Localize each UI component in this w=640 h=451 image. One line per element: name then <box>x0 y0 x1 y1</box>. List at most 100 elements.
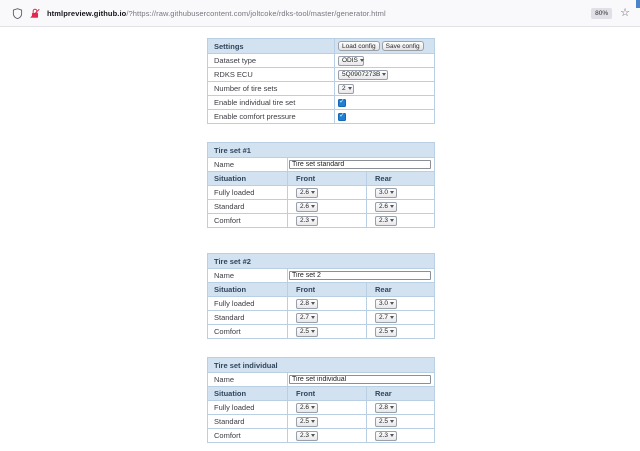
enable-individual-checkbox[interactable]: ✓ <box>338 98 346 107</box>
tire-set-individual-title: Tire set individual <box>214 360 278 370</box>
pressure-select-front[interactable]: 2.7 <box>296 312 318 323</box>
pressure-value: 2.5 <box>300 418 310 425</box>
page-content: Settings Load config Save config Dataset… <box>0 27 640 443</box>
shield-icon[interactable] <box>12 7 23 19</box>
pressure-value: 2.3 <box>300 217 310 224</box>
situation-label: Fully loaded <box>214 403 255 412</box>
url-domain: htmlpreview.github.io <box>47 8 127 18</box>
pressure-select-front[interactable]: 2.3 <box>296 215 318 226</box>
pressure-value: 3.0 <box>379 189 389 196</box>
settings-title: Settings <box>214 41 244 51</box>
pressure-select-rear[interactable]: 2.8 <box>375 402 397 413</box>
pressure-select-rear[interactable]: 2.6 <box>375 201 397 212</box>
tire-set-1-columns-row: Situation Front Rear <box>208 171 434 185</box>
tire-set-2-title: Tire set #2 <box>214 256 251 266</box>
column-situation: Situation <box>214 389 247 398</box>
chevron-down-icon <box>311 302 316 305</box>
pressure-value: 2.5 <box>379 418 389 425</box>
num-tire-sets-select[interactable]: 2 <box>338 83 354 94</box>
table-row: Standard 2.7 2.7 <box>208 310 434 324</box>
chevron-down-icon <box>311 316 316 319</box>
chevron-down-icon <box>390 406 395 409</box>
dataset-type-select[interactable]: ODIS <box>338 55 364 66</box>
check-icon: ✓ <box>339 112 345 120</box>
url-path: /?https://raw.githubusercontent.com/jolt… <box>126 8 386 18</box>
enable-comfort-checkbox[interactable]: ✓ <box>338 112 346 121</box>
rdks-ecu-label: RDKS ECU <box>214 70 253 79</box>
situation-label: Comfort <box>214 431 241 440</box>
enable-comfort-row: Enable comfort pressure ✓ <box>208 109 434 123</box>
pressure-value: 2.6 <box>300 404 310 411</box>
tire-set-2-table: Tire set #2 Name Situation Front Rear Fu… <box>207 253 435 339</box>
chevron-down-icon <box>311 191 316 194</box>
pressure-select-front[interactable]: 2.6 <box>296 187 318 198</box>
pressure-select-rear[interactable]: 2.3 <box>375 430 397 441</box>
bookmark-star-icon[interactable]: ☆ <box>620 7 630 19</box>
situation-label: Comfort <box>214 327 241 336</box>
pressure-value: 2.8 <box>300 300 310 307</box>
save-config-button[interactable]: Save config <box>381 41 424 51</box>
pressure-value: 2.5 <box>379 328 389 335</box>
pressure-select-front[interactable]: 2.5 <box>296 416 318 427</box>
settings-header-row: Settings Load config Save config <box>208 39 434 53</box>
tire-set-individual-name-input[interactable] <box>289 375 431 384</box>
situation-label: Fully loaded <box>214 188 255 197</box>
tire-set-individual-table: Tire set individual Name Situation Front… <box>207 357 435 443</box>
chevron-down-icon <box>347 87 352 90</box>
table-row: Comfort 2.3 2.3 <box>208 428 434 442</box>
settings-header-actions: Load config Save config <box>334 39 434 53</box>
num-tire-sets-label: Number of tire sets <box>214 84 278 93</box>
pressure-value: 2.7 <box>379 314 389 321</box>
url-input[interactable]: htmlpreview.github.io/?https://raw.githu… <box>47 9 591 18</box>
pressure-select-rear[interactable]: 3.0 <box>375 298 397 309</box>
table-row: Standard 2.5 2.5 <box>208 414 434 428</box>
chevron-down-icon <box>311 330 316 333</box>
tire-set-2-columns-row: Situation Front Rear <box>208 282 434 296</box>
pressure-select-front[interactable]: 2.5 <box>296 326 318 337</box>
chevron-down-icon <box>359 59 364 62</box>
tire-set-2-name-row: Name <box>208 268 434 282</box>
dataset-type-label: Dataset type <box>214 56 257 65</box>
chevron-down-icon <box>311 219 316 222</box>
pressure-select-front[interactable]: 2.8 <box>296 298 318 309</box>
chevron-down-icon <box>390 205 395 208</box>
column-front: Front <box>287 172 366 185</box>
column-rear: Rear <box>366 283 434 296</box>
pressure-value: 2.5 <box>300 328 310 335</box>
insecure-lock-icon[interactable] <box>30 8 40 19</box>
pressure-select-rear[interactable]: 3.0 <box>375 187 397 198</box>
pressure-select-front[interactable]: 2.6 <box>296 201 318 212</box>
column-situation: Situation <box>214 285 247 294</box>
pressure-value: 2.3 <box>379 432 389 439</box>
table-row: Fully loaded 2.6 2.8 <box>208 400 434 414</box>
pressure-value: 2.8 <box>379 404 389 411</box>
column-front: Front <box>287 387 366 400</box>
pressure-select-rear[interactable]: 2.7 <box>375 312 397 323</box>
tire-set-individual-name-row: Name <box>208 372 434 386</box>
check-icon: ✓ <box>339 98 345 106</box>
tire-set-individual-columns-row: Situation Front Rear <box>208 386 434 400</box>
tire-set-2-name-input[interactable] <box>289 271 431 280</box>
pressure-select-front[interactable]: 2.3 <box>296 430 318 441</box>
rdks-ecu-select[interactable]: 5Q0907273B <box>338 69 388 80</box>
pressure-select-rear[interactable]: 2.5 <box>375 326 397 337</box>
chevron-down-icon <box>390 219 395 222</box>
name-label: Name <box>214 160 235 169</box>
table-row: Standard 2.6 2.6 <box>208 199 434 213</box>
pressure-select-front[interactable]: 2.6 <box>296 402 318 413</box>
pressure-select-rear[interactable]: 2.5 <box>375 416 397 427</box>
name-label: Name <box>214 271 235 280</box>
dataset-type-value: ODIS <box>342 57 358 64</box>
load-config-button[interactable]: Load config <box>338 41 380 51</box>
situation-label: Standard <box>214 417 245 426</box>
tire-set-1-header-row: Tire set #1 <box>208 143 434 157</box>
situation-label: Standard <box>214 313 245 322</box>
chevron-down-icon <box>390 330 395 333</box>
pressure-select-rear[interactable]: 2.3 <box>375 215 397 226</box>
pressure-value: 2.6 <box>300 189 310 196</box>
zoom-level-badge[interactable]: 80% <box>591 7 613 19</box>
situation-label: Fully loaded <box>214 299 255 308</box>
settings-table: Settings Load config Save config Dataset… <box>207 38 435 124</box>
tire-set-1-name-input[interactable] <box>289 160 431 169</box>
column-rear: Rear <box>366 387 434 400</box>
